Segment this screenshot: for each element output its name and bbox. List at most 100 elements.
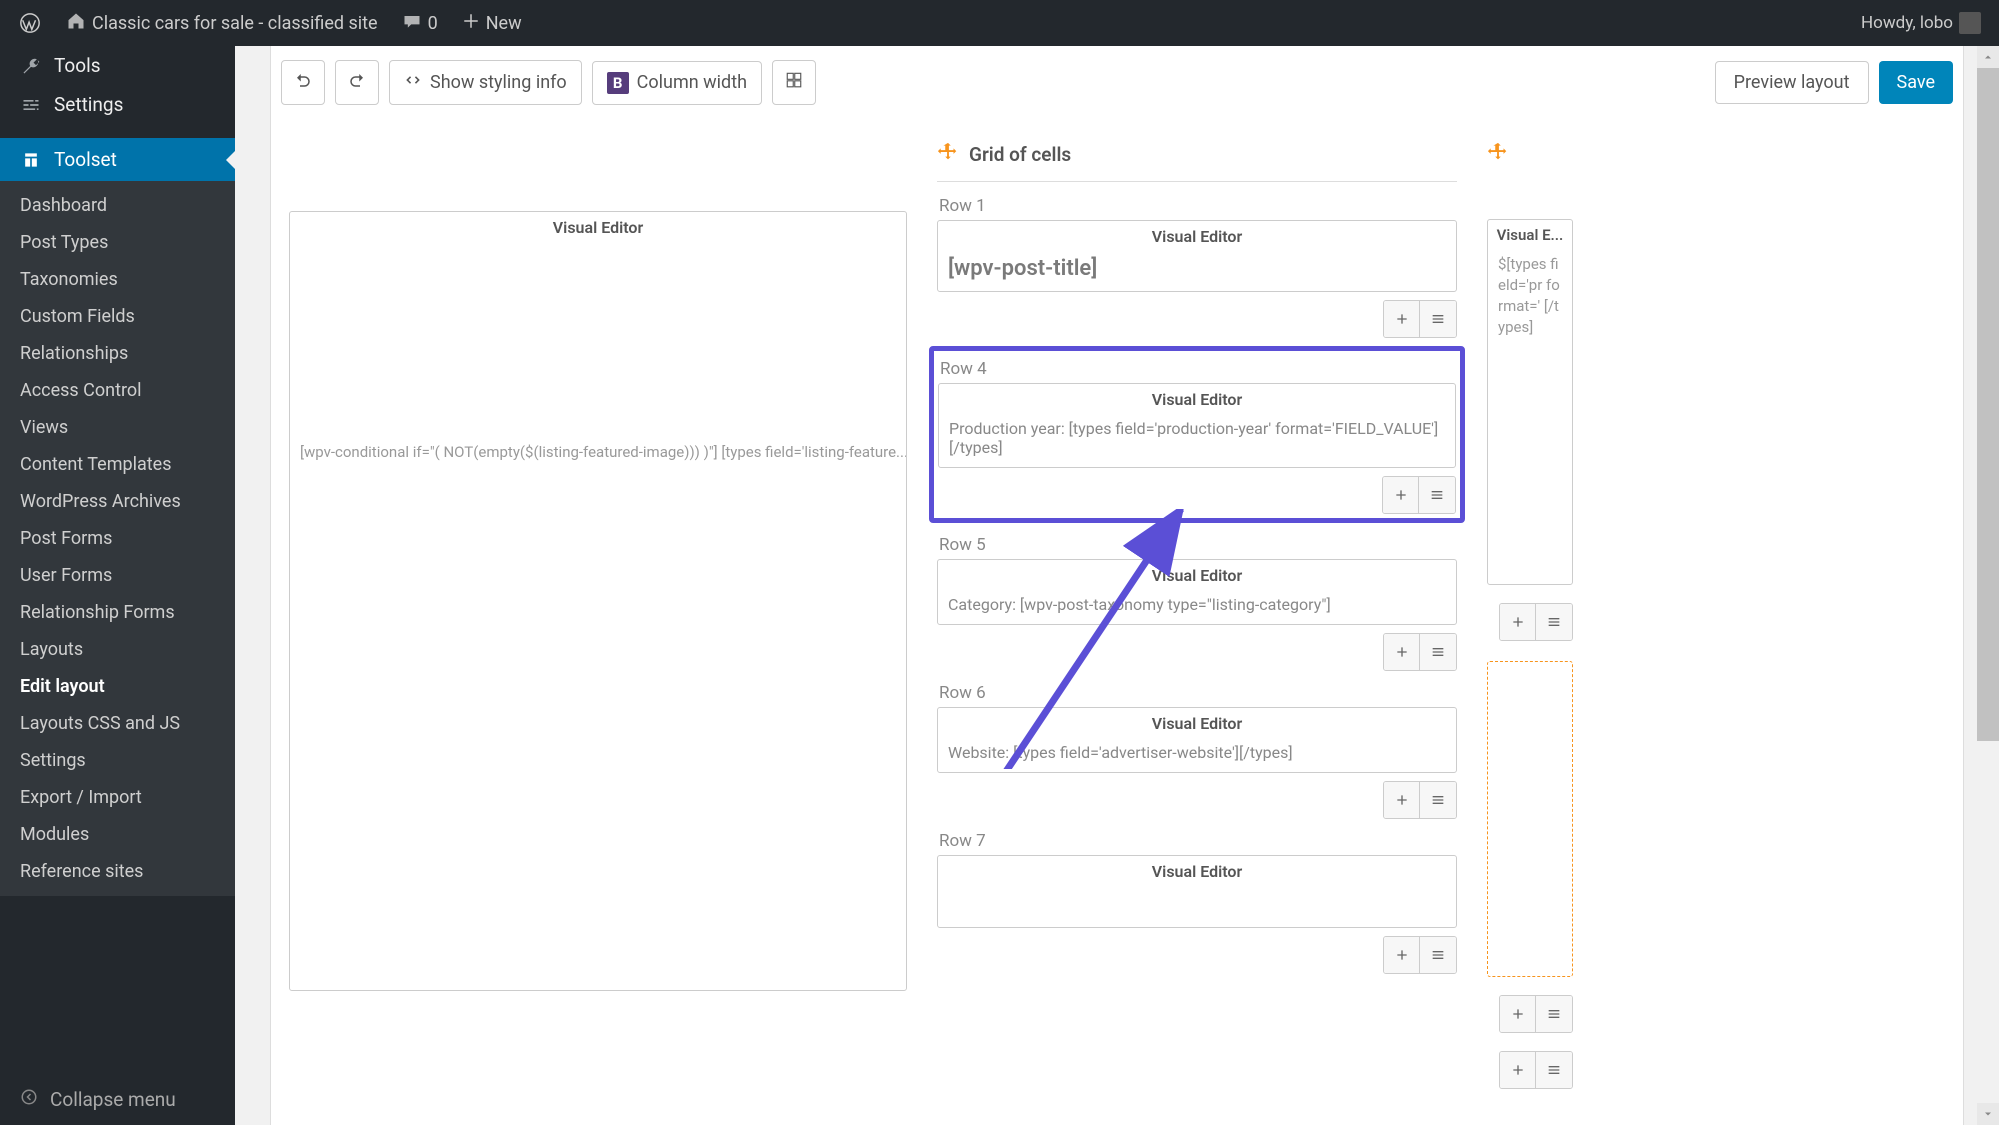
user-account[interactable]: Howdy, lobo	[1853, 12, 1989, 34]
comments[interactable]: 0	[394, 11, 446, 36]
grid-icon-button[interactable]	[772, 60, 816, 105]
layout-area: Visual Editor [wpv-conditional if="( NOT…	[271, 119, 1963, 1125]
layout-col-right: Visual E... $[types field='pr format=' […	[1487, 211, 1573, 1109]
avatar	[1959, 12, 1981, 34]
submenu-user-forms[interactable]: User Forms	[0, 557, 235, 594]
submenu-wp-archives[interactable]: WordPress Archives	[0, 483, 235, 520]
comments-count: 0	[428, 13, 438, 34]
cell-body: Category: [wpv-post-taxonomy type="listi…	[938, 591, 1456, 624]
undo-button[interactable]	[281, 60, 325, 105]
column-width-button[interactable]: B Column width	[592, 61, 762, 105]
sidebar-item-tools[interactable]: Tools	[0, 46, 235, 85]
scrollbar-thumb[interactable]	[1977, 68, 1999, 741]
add-button[interactable]	[1384, 937, 1420, 973]
add-button[interactable]	[1500, 604, 1536, 640]
cell-body: $[types field='pr format=' [/types]	[1488, 250, 1572, 348]
visual-editor-cell[interactable]: Visual Editor Category: [wpv-post-taxono…	[937, 559, 1457, 625]
site-title: Classic cars for sale - classified site	[92, 13, 378, 34]
menu-button[interactable]	[1419, 477, 1455, 513]
row-5: Row 5 Visual Editor Category: [wpv-post-…	[937, 531, 1457, 671]
visual-editor-cell[interactable]: Visual Editor [wpv-post-title]	[937, 220, 1457, 292]
submenu-layouts-css-js[interactable]: Layouts CSS and JS	[0, 705, 235, 742]
add-button[interactable]	[1384, 782, 1420, 818]
cell-body: [wpv-conditional if="( NOT(empty($(listi…	[290, 243, 906, 471]
submenu-relationship-forms[interactable]: Relationship Forms	[0, 594, 235, 631]
menu-button[interactable]	[1420, 301, 1456, 337]
visual-editor-cell[interactable]: Visual Editor	[937, 855, 1457, 928]
new-label: New	[486, 13, 522, 34]
visual-editor-cell-right[interactable]: Visual E... $[types field='pr format=' […	[1487, 219, 1573, 585]
submenu-dashboard[interactable]: Dashboard	[0, 187, 235, 224]
menu-button[interactable]	[1536, 996, 1572, 1032]
visual-editor-cell-left[interactable]: Visual Editor [wpv-conditional if="( NOT…	[289, 211, 907, 991]
wp-admin-bar: Classic cars for sale - classified site …	[0, 0, 1999, 46]
empty-cell[interactable]	[1487, 661, 1573, 977]
submenu-content-templates[interactable]: Content Templates	[0, 446, 235, 483]
row-label: Row 4	[938, 355, 1456, 383]
menu-button[interactable]	[1420, 634, 1456, 670]
site-name[interactable]: Classic cars for sale - classified site	[58, 11, 386, 36]
save-button[interactable]: Save	[1879, 61, 1954, 104]
sidebar-label: Toolset	[54, 148, 117, 171]
cell-header: Visual Editor	[290, 212, 906, 243]
add-button[interactable]	[1384, 634, 1420, 670]
collapse-icon	[20, 1088, 38, 1111]
move-icon[interactable]	[937, 141, 959, 167]
menu-button[interactable]	[1420, 937, 1456, 973]
row-label: Row 5	[937, 531, 1457, 559]
sidebar-label: Tools	[54, 54, 101, 77]
add-button[interactable]	[1500, 1052, 1536, 1088]
submenu-post-forms[interactable]: Post Forms	[0, 520, 235, 557]
add-button[interactable]	[1383, 477, 1419, 513]
menu-button[interactable]	[1536, 604, 1572, 640]
menu-button[interactable]	[1536, 1052, 1572, 1088]
cell-body: Website: [types field='advertiser-websit…	[938, 739, 1456, 772]
sidebar-label: Settings	[54, 93, 123, 116]
vertical-scrollbar[interactable]	[1977, 46, 1999, 1125]
scroll-up-button[interactable]	[1977, 46, 1999, 68]
wrench-icon	[20, 55, 42, 77]
show-styling-button[interactable]: Show styling info	[389, 60, 582, 105]
cell-header: Visual Editor	[939, 384, 1455, 415]
row-label: Row 6	[937, 679, 1457, 707]
submenu-modules[interactable]: Modules	[0, 816, 235, 853]
row-1: Row 1 Visual Editor [wpv-post-title]	[937, 192, 1457, 338]
collapse-label: Collapse menu	[50, 1088, 176, 1111]
grid-header: Grid of cells	[937, 133, 1457, 182]
visual-editor-cell[interactable]: Visual Editor Production year: [types fi…	[938, 383, 1456, 468]
submenu-post-types[interactable]: Post Types	[0, 224, 235, 261]
submenu-access-control[interactable]: Access Control	[0, 372, 235, 409]
cell-header: Visual Editor	[938, 221, 1456, 252]
wp-logo[interactable]	[10, 11, 50, 35]
content-area: Show styling info B Column width Preview…	[235, 46, 1999, 1125]
submenu-export-import[interactable]: Export / Import	[0, 779, 235, 816]
add-button[interactable]	[1500, 996, 1536, 1032]
add-button[interactable]	[1384, 301, 1420, 337]
submenu-reference-sites[interactable]: Reference sites	[0, 853, 235, 890]
sidebar-item-toolset[interactable]: Toolset	[0, 138, 235, 181]
new-content[interactable]: New	[454, 12, 530, 35]
submenu-relationships[interactable]: Relationships	[0, 335, 235, 372]
column-width-label: Column width	[637, 72, 747, 93]
cell-header: Visual Editor	[938, 856, 1456, 887]
submenu-edit-layout[interactable]: Edit layout	[0, 668, 235, 705]
submenu-views[interactable]: Views	[0, 409, 235, 446]
cell-body: Production year: [types field='productio…	[939, 415, 1455, 467]
move-icon[interactable]	[1487, 137, 1573, 145]
grid-title: Grid of cells	[969, 143, 1071, 166]
redo-button[interactable]	[335, 60, 379, 105]
layout-toolbar: Show styling info B Column width Preview…	[271, 46, 1963, 119]
scroll-down-button[interactable]	[1977, 1103, 1999, 1125]
submenu-custom-fields[interactable]: Custom Fields	[0, 298, 235, 335]
sidebar-item-settings[interactable]: Settings	[0, 85, 235, 124]
submenu-settings[interactable]: Settings	[0, 742, 235, 779]
layout-col-left: Visual Editor [wpv-conditional if="( NOT…	[289, 211, 907, 991]
preview-button[interactable]: Preview layout	[1715, 61, 1869, 104]
menu-button[interactable]	[1420, 782, 1456, 818]
row-label: Row 1	[937, 192, 1457, 220]
cell-body: [wpv-post-title]	[948, 256, 1097, 281]
collapse-menu[interactable]: Collapse menu	[0, 1074, 235, 1125]
submenu-layouts[interactable]: Layouts	[0, 631, 235, 668]
visual-editor-cell[interactable]: Visual Editor Website: [types field='adv…	[937, 707, 1457, 773]
submenu-taxonomies[interactable]: Taxonomies	[0, 261, 235, 298]
